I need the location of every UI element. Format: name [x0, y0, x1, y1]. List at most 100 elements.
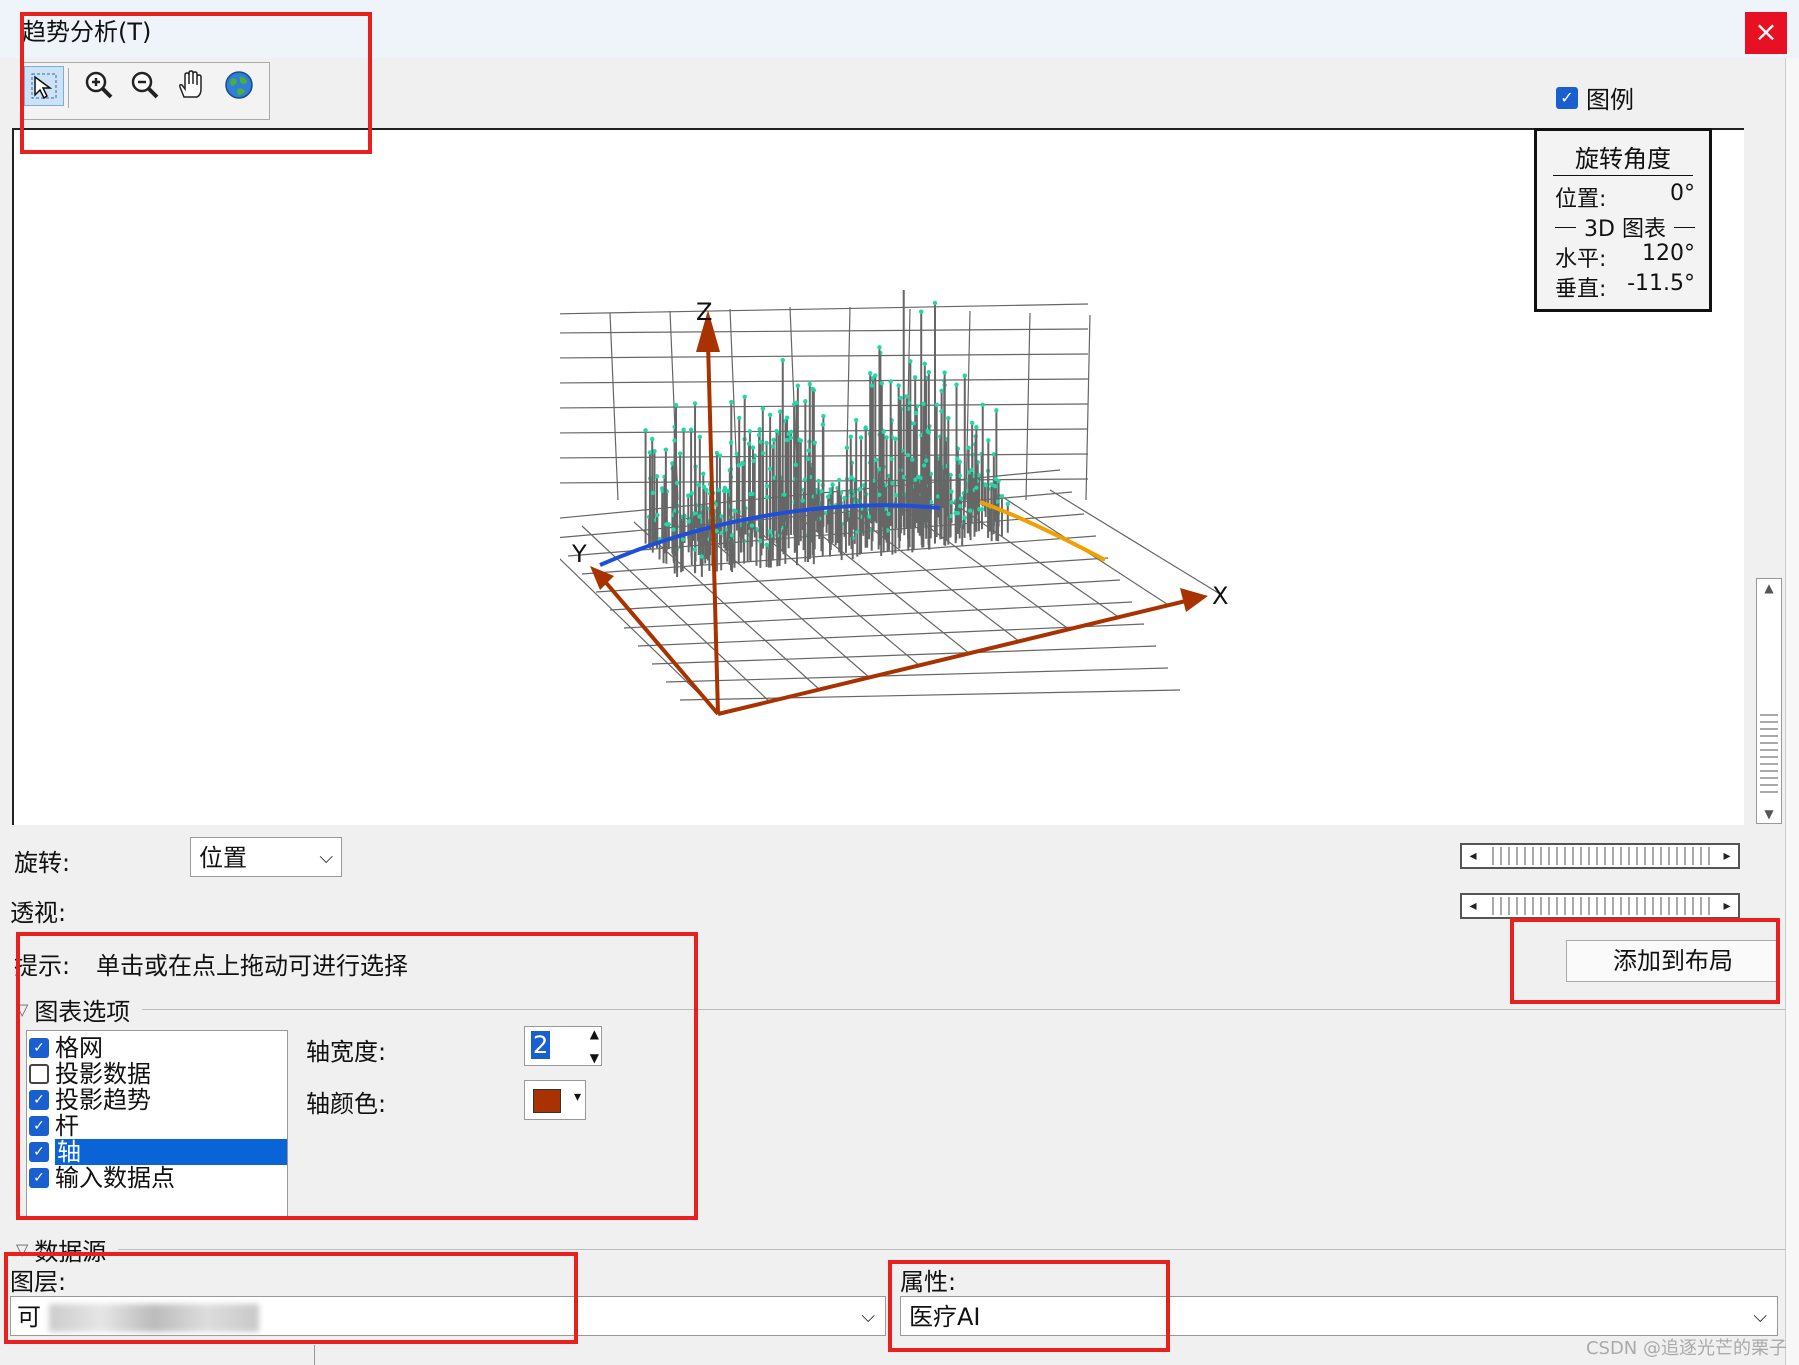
y-axis-label: Y: [571, 540, 587, 568]
chart-option-item[interactable]: ✓ 输入数据点: [27, 1165, 287, 1191]
rotate-slider-left-icon[interactable]: ◂: [1462, 845, 1484, 867]
checkbox-checked-icon[interactable]: ✓: [29, 1142, 49, 1162]
rotation-panel-title: 旋转角度: [1575, 145, 1671, 173]
axis-width-spinner[interactable]: 2 ▲ ▼: [524, 1026, 602, 1066]
chart-option-label: 格网: [55, 1034, 103, 1062]
section-3d-chart: 3D 图表: [1555, 211, 1695, 243]
rotate-slider[interactable]: ◂ ▸: [1460, 843, 1740, 869]
axis-width-label: 轴宽度:: [306, 1038, 387, 1066]
close-icon: ×: [1754, 15, 1778, 48]
hint-label: 提示:: [14, 952, 71, 980]
pan-hand-icon: [179, 70, 202, 98]
zoom-in-icon: [85, 71, 113, 99]
spinner-down-icon[interactable]: ▼: [590, 1051, 599, 1065]
zoom-out-button[interactable]: [126, 66, 164, 104]
chart-option-item[interactable]: ✓ 格网: [27, 1035, 287, 1061]
layer-select-value: 可: [17, 1303, 41, 1331]
layer-blurred-text: [48, 1304, 259, 1332]
chart-option-label: 投影数据: [55, 1060, 151, 1088]
rotation-panel-divider: [1553, 175, 1693, 176]
perspective-label: 透视:: [10, 899, 67, 927]
select-tool-button[interactable]: [24, 66, 64, 106]
full-extent-button[interactable]: [220, 66, 258, 104]
legend-label: 图例: [1586, 86, 1634, 114]
vertical-label: 垂直:: [1555, 277, 1607, 302]
scroll-ticks: [1760, 709, 1778, 797]
perspective-slider[interactable]: ◂ ▸: [1460, 893, 1740, 919]
pan-button[interactable]: [172, 66, 210, 104]
horizontal-value: 120°: [1642, 241, 1695, 266]
zoom-in-button[interactable]: [80, 66, 118, 104]
status-divider: [314, 1345, 315, 1365]
rotate-select-value: 位置: [199, 844, 247, 872]
chart-options-list[interactable]: ✓ 格网 投影数据 ✓ 投影趋势 ✓ 杆 ✓ 轴 ✓ 输入数据点: [26, 1030, 288, 1218]
x-axis-arrow: [1180, 588, 1208, 612]
attribute-label: 属性:: [900, 1268, 957, 1296]
horizontal-label: 水平:: [1555, 247, 1607, 272]
vertical-scrollbar[interactable]: ▲ ▼: [1756, 578, 1782, 824]
data-stems: [643, 290, 1010, 578]
chart-option-label: 杆: [55, 1112, 79, 1140]
chevron-down-icon: ⌵: [319, 847, 333, 868]
scroll-down-icon[interactable]: ▼: [1757, 807, 1781, 821]
perspective-slider-ticks: [1486, 897, 1714, 915]
rotation-angle-panel: 旋转角度 位置: 0° 3D 图表 水平: 120° 垂直: -11.5°: [1534, 128, 1712, 312]
zoom-out-icon: [131, 71, 159, 99]
axis-color-picker[interactable]: ▾: [524, 1080, 586, 1120]
section-3d-label: 3D 图表: [1584, 217, 1666, 242]
hint-text: 单击或在点上拖动可进行选择: [96, 952, 408, 980]
checkbox-checked-icon[interactable]: ✓: [29, 1090, 49, 1110]
window-right-edge: [1785, 58, 1799, 1365]
chart-options-header[interactable]: ▽ 图表选项: [16, 992, 1786, 1027]
title-bar: [0, 0, 1799, 58]
rotate-slider-right-icon[interactable]: ▸: [1716, 845, 1738, 867]
chevron-down-icon: ⌵: [861, 1306, 875, 1327]
add-to-layout-button[interactable]: 添加到布局: [1566, 940, 1780, 982]
checkbox-unchecked-icon[interactable]: [29, 1064, 49, 1084]
x-axis-line: [717, 598, 1191, 716]
axis-color-label: 轴颜色:: [306, 1090, 387, 1118]
color-dropdown-icon[interactable]: ▾: [574, 1089, 581, 1105]
chart-options-title: 图表选项: [34, 998, 131, 1026]
legend-checkbox[interactable]: ✓ 图例: [1556, 80, 1634, 115]
checkbox-checked-icon[interactable]: ✓: [29, 1116, 49, 1136]
z-axis-label: Z: [696, 298, 712, 326]
attribute-select-value: 医疗AI: [909, 1303, 981, 1331]
collapse-icon[interactable]: ▽: [16, 1240, 28, 1259]
layer-label: 图层:: [10, 1268, 67, 1296]
scroll-up-icon[interactable]: ▲: [1757, 581, 1781, 595]
checkbox-checked-icon[interactable]: ✓: [29, 1038, 49, 1058]
chart-option-item[interactable]: ✓ 杆: [27, 1113, 287, 1139]
chart-option-label: 轴: [55, 1139, 287, 1165]
x-axis-label: X: [1212, 582, 1228, 610]
chart-option-label: 输入数据点: [55, 1164, 175, 1192]
trend-3d-plot[interactable]: Z X Y: [560, 290, 1250, 730]
chevron-down-icon: ⌵: [1753, 1306, 1767, 1327]
toolbar-divider: [68, 68, 69, 108]
axis-color-swatch: [533, 1089, 561, 1113]
position-value: 0°: [1670, 181, 1695, 206]
window-title: 趋势分析(T): [22, 18, 152, 46]
legend-check-icon: ✓: [1556, 86, 1578, 109]
position-label: 位置:: [1555, 187, 1607, 212]
vertical-value: -11.5°: [1627, 271, 1695, 296]
globe-icon: [225, 71, 253, 99]
close-button[interactable]: ×: [1745, 12, 1787, 54]
axis-width-value[interactable]: 2: [531, 1031, 551, 1059]
rotate-slider-ticks: [1486, 847, 1714, 865]
rotate-select[interactable]: 位置 ⌵: [190, 837, 342, 877]
layer-select[interactable]: 可 ⌵: [10, 1296, 886, 1336]
collapse-icon[interactable]: ▽: [16, 1000, 28, 1019]
chart-option-item[interactable]: 投影数据: [27, 1061, 287, 1087]
select-arrow-icon: [31, 73, 57, 100]
watermark: CSDN @追逐光芒的栗子: [1585, 1338, 1787, 1359]
perspective-slider-right-icon[interactable]: ▸: [1716, 895, 1738, 917]
checkbox-checked-icon[interactable]: ✓: [29, 1168, 49, 1188]
perspective-slider-left-icon[interactable]: ◂: [1462, 895, 1484, 917]
chart-option-item[interactable]: ✓ 轴: [27, 1139, 287, 1165]
rotate-label: 旋转:: [14, 849, 71, 877]
chart-option-label: 投影趋势: [55, 1086, 151, 1114]
attribute-select[interactable]: 医疗AI ⌵: [900, 1296, 1778, 1336]
chart-option-item[interactable]: ✓ 投影趋势: [27, 1087, 287, 1113]
spinner-up-icon[interactable]: ▲: [590, 1027, 599, 1041]
